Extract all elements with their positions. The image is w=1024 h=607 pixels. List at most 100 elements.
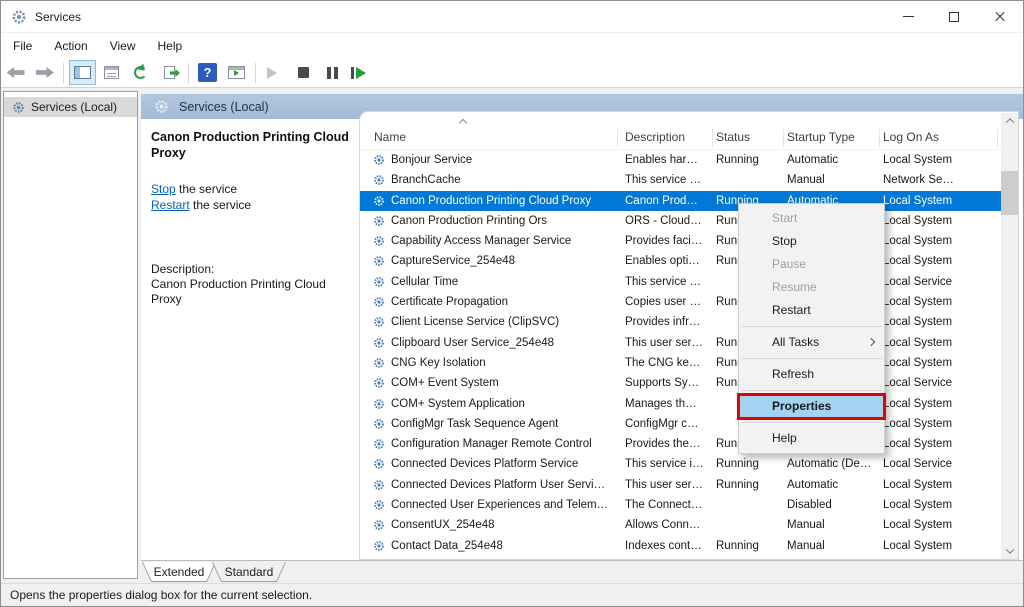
column-header-startup-type[interactable]: Startup Type <box>787 130 855 144</box>
restart-service-link[interactable]: Restart <box>151 198 190 212</box>
toolbar: ? <box>1 58 1023 88</box>
cell-name: Contact Data_254e48 <box>391 536 503 556</box>
restart-icon <box>351 67 372 79</box>
table-row[interactable]: Connected User Experiences and Telem…The… <box>360 495 1002 515</box>
menu-help[interactable]: Help <box>148 35 193 57</box>
menu-separator <box>741 390 882 391</box>
cell-name: ConfigMgr Task Sequence Agent <box>391 414 558 434</box>
services-app-icon <box>11 9 27 25</box>
properties-toolbar-button[interactable] <box>98 60 125 85</box>
stop-service-link[interactable]: Stop <box>151 182 176 196</box>
cell-name: BranchCache <box>391 170 461 190</box>
table-row[interactable]: COM+ System ApplicationManages th…Local … <box>360 394 1002 414</box>
cell-description: The Connect… <box>625 495 702 515</box>
menu-item-all-tasks[interactable]: All Tasks <box>739 331 884 354</box>
table-row[interactable]: CNG Key IsolationThe CNG ke…RunningLocal… <box>360 353 1002 373</box>
status-bar: Opens the properties dialog box for the … <box>1 583 1023 606</box>
column-header-name[interactable]: Name <box>374 130 406 144</box>
title-bar: Services <box>1 1 1023 33</box>
menu-item-restart[interactable]: Restart <box>739 299 884 322</box>
show-console-tree-button[interactable] <box>69 60 96 85</box>
tree-item-services-local[interactable]: Services (Local) <box>4 97 137 117</box>
export-list-button[interactable] <box>156 60 183 85</box>
tab-standard[interactable]: Standard <box>212 562 286 582</box>
table-row[interactable]: Connected Devices Platform User Servi…Th… <box>360 475 1002 495</box>
view-tabs-strip: ExtendedStandard <box>141 560 1023 584</box>
table-row[interactable]: Connected Devices Platform ServiceThis s… <box>360 454 1002 474</box>
pause-service-button[interactable] <box>319 60 346 85</box>
toolbar-separator <box>255 63 256 83</box>
help-toolbar-button[interactable]: ? <box>194 60 221 85</box>
table-row[interactable]: CaptureService_254e48Enables opti…Runnin… <box>360 251 1002 271</box>
gear-icon <box>373 215 385 227</box>
cell-logon: Network Se… <box>883 170 954 190</box>
selected-service-title: Canon Production Printing Cloud Proxy <box>151 129 359 161</box>
menu-item-stop[interactable]: Stop <box>739 230 884 253</box>
menu-file[interactable]: File <box>3 35 42 57</box>
cell-logon: Local System <box>883 150 952 170</box>
table-row[interactable]: BranchCacheThis service …ManualNetwork S… <box>360 170 1002 190</box>
stop-service-button[interactable] <box>290 60 317 85</box>
table-row[interactable]: Client License Service (ClipSVC)Provides… <box>360 312 1002 332</box>
minimize-button[interactable] <box>885 1 931 32</box>
cell-status: Running <box>716 475 759 495</box>
menu-separator <box>741 422 882 423</box>
gear-icon <box>373 458 385 470</box>
table-row[interactable]: Cellular TimeThis service …Local Service <box>360 272 1002 292</box>
cell-logon: Local Service <box>883 454 952 474</box>
cell-startup: Automatic <box>787 475 838 495</box>
table-row[interactable]: Capability Access Manager ServiceProvide… <box>360 231 1002 251</box>
tab-extended[interactable]: Extended <box>142 562 216 582</box>
scroll-down-arrow[interactable] <box>1001 543 1018 559</box>
services-gear-icon <box>12 101 25 114</box>
start-service-button[interactable] <box>261 60 288 85</box>
vertical-scrollbar[interactable] <box>1001 113 1018 559</box>
properties-icon <box>104 66 119 79</box>
column-header-log-on-as[interactable]: Log On As <box>883 130 939 144</box>
scroll-up-arrow[interactable] <box>1001 113 1018 129</box>
cell-description: ConfigMgr c… <box>625 414 699 434</box>
restart-service-button[interactable] <box>348 60 375 85</box>
table-row[interactable]: ConsentUX_254e48Allows Conn…ManualLocal … <box>360 515 1002 535</box>
table-row[interactable]: Configuration Manager Remote ControlProv… <box>360 434 1002 454</box>
forward-button[interactable] <box>31 60 58 85</box>
gear-icon <box>373 255 385 267</box>
gear-icon <box>373 235 385 247</box>
table-row[interactable]: Clipboard User Service_254e48This user s… <box>360 333 1002 353</box>
menu-action[interactable]: Action <box>44 35 97 57</box>
table-row[interactable]: Bonjour ServiceEnables har…RunningAutoma… <box>360 150 1002 170</box>
table-row[interactable]: Canon Production Printing OrsORS - Cloud… <box>360 211 1002 231</box>
gear-icon <box>373 296 385 308</box>
table-row[interactable]: Contact Data_254e48Indexes cont…RunningM… <box>360 536 1002 556</box>
menu-view[interactable]: View <box>100 35 146 57</box>
column-header-description[interactable]: Description <box>625 130 685 144</box>
show-action-pane-button[interactable] <box>223 60 250 85</box>
gear-icon <box>373 418 385 430</box>
gear-icon <box>12 101 25 114</box>
table-row[interactable]: ConfigMgr Task Sequence Agent ConfigMgr c… <box>360 414 1002 434</box>
toolbar-separator <box>188 63 189 83</box>
pause-icon <box>327 67 338 79</box>
cell-name: Clipboard User Service_254e48 <box>391 333 554 353</box>
scrollbar-thumb[interactable] <box>1001 171 1018 215</box>
menu-item-refresh[interactable]: Refresh <box>739 363 884 386</box>
cell-name: COM+ System Application <box>391 394 525 414</box>
table-row[interactable]: COM+ Event SystemSupports Sy…RunningLoca… <box>360 373 1002 393</box>
menu-item-properties[interactable]: Properties <box>739 395 884 418</box>
refresh-toolbar-button[interactable] <box>127 60 154 85</box>
table-row[interactable]: Certificate PropagationCopies user …Runn… <box>360 292 1002 312</box>
column-header-status[interactable]: Status <box>716 130 750 144</box>
back-arrow-icon <box>7 67 25 78</box>
back-button[interactable] <box>2 60 29 85</box>
close-button[interactable] <box>977 1 1023 32</box>
cell-status: Running <box>716 150 759 170</box>
description-text: Canon Production Printing Cloud Proxy <box>151 277 356 307</box>
cell-startup: Manual <box>787 536 825 556</box>
menu-item-help[interactable]: Help <box>739 427 884 450</box>
maximize-button[interactable] <box>931 1 977 32</box>
services-window: Services FileActionViewHelp ? Services (… <box>0 0 1024 607</box>
stop-icon <box>298 67 309 78</box>
cell-logon: Local Service <box>883 373 952 393</box>
cell-name: Canon Production Printing Ors <box>391 211 547 231</box>
table-row[interactable]: Canon Production Printing Cloud ProxyCan… <box>360 191 1002 211</box>
